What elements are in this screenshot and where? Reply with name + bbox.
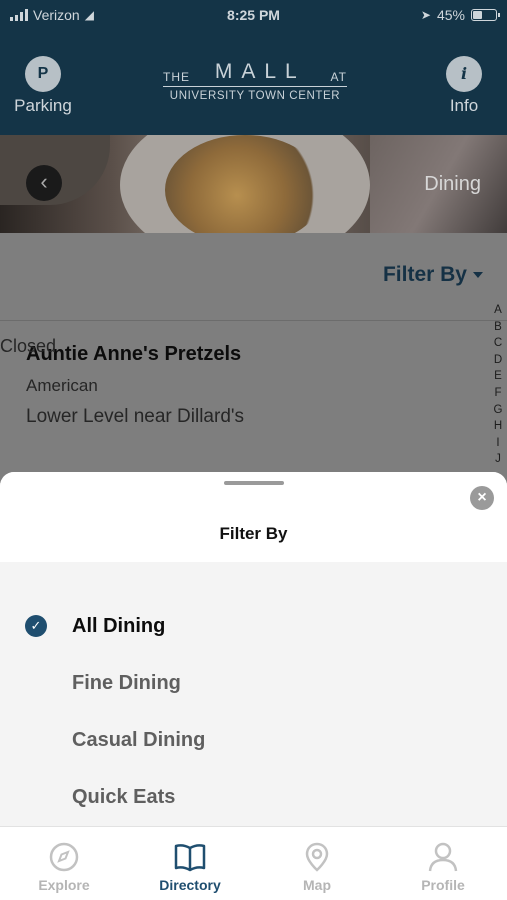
caret-down-icon — [473, 272, 483, 279]
alpha-letter[interactable]: B — [490, 319, 506, 336]
sheet-grabber[interactable] — [224, 481, 284, 485]
info-button[interactable]: i Info — [440, 56, 488, 116]
info-icon: i — [446, 56, 482, 92]
parking-label: Parking — [14, 96, 72, 115]
app-header: Verizon ◢ 8:25 PM ➤ 45% P Parking THE MA… — [0, 0, 507, 135]
tab-directory[interactable]: Directory — [140, 841, 240, 893]
filter-option-casual-dining[interactable]: Casual Dining — [72, 729, 205, 752]
filter-sheet: × Filter By ✓ All Dining Fine Dining Cas… — [0, 472, 507, 826]
tab-profile[interactable]: Profile — [393, 841, 493, 893]
tab-map[interactable]: Map — [267, 841, 367, 893]
store-status: Closed — [0, 336, 57, 356]
logo-the: THE — [163, 70, 190, 84]
sheet-header: × Filter By — [0, 472, 507, 562]
alpha-letter[interactable]: C — [490, 335, 506, 352]
tab-explore[interactable]: Explore — [14, 841, 114, 893]
alpha-letter[interactable]: G — [490, 402, 506, 419]
logo-divider — [163, 86, 347, 87]
filter-option-fine-dining[interactable]: Fine Dining — [72, 672, 181, 695]
status-bar: Verizon ◢ 8:25 PM ➤ 45% — [0, 5, 507, 25]
store-location: Lower Level near Dillard's — [26, 406, 245, 427]
sheet-title: Filter By — [219, 524, 288, 543]
tab-directory-label: Directory — [159, 877, 221, 893]
chevron-left-icon: ‹ — [40, 169, 48, 194]
filter-row: Filter By — [0, 233, 507, 321]
alpha-letter[interactable]: F — [490, 385, 506, 402]
tab-map-label: Map — [303, 877, 331, 893]
location-arrow-icon: ➤ — [420, 8, 431, 22]
logo-mall: MALL — [214, 60, 306, 83]
filter-by-button[interactable]: Filter By — [383, 263, 483, 287]
close-icon: × — [477, 489, 487, 506]
filter-option-quick-eats[interactable]: Quick Eats — [72, 786, 175, 809]
logo-at: AT — [330, 70, 347, 84]
filter-option-all-dining[interactable]: All Dining — [72, 615, 165, 638]
check-icon: ✓ — [25, 615, 47, 637]
tab-profile-label: Profile — [421, 877, 465, 893]
parking-icon: P — [25, 56, 61, 92]
back-button[interactable]: ‹ — [26, 165, 62, 201]
category-title: Dining — [424, 173, 481, 195]
alpha-letter[interactable]: A — [490, 302, 506, 319]
logo-subtitle: UNIVERSITY TOWN CENTER — [169, 90, 341, 102]
alpha-letter[interactable]: D — [490, 352, 506, 369]
store-category: American — [26, 376, 98, 395]
close-button[interactable]: × — [470, 486, 494, 510]
list-item[interactable]: Auntie Anne's Pretzels American Lower Le… — [0, 321, 490, 481]
alpha-letter[interactable]: H — [490, 418, 506, 435]
alpha-letter[interactable]: J — [490, 451, 506, 468]
info-label: Info — [449, 96, 479, 115]
parking-button[interactable]: P Parking — [12, 56, 74, 116]
dining-hero-image: ‹ Dining — [0, 135, 507, 233]
alpha-letter[interactable]: I — [490, 435, 506, 452]
filter-by-label: Filter By — [382, 263, 467, 286]
alpha-letter[interactable]: E — [490, 368, 506, 385]
tab-bar: Explore Directory Map Profile — [0, 826, 507, 900]
map-pin-icon — [305, 842, 329, 872]
battery-percent: 45% — [436, 7, 465, 23]
person-icon — [428, 842, 458, 872]
compass-icon — [49, 842, 79, 872]
alphabet-index[interactable]: A B C D E F G H I J — [490, 302, 506, 468]
battery-icon — [471, 9, 500, 21]
book-icon — [174, 844, 206, 872]
mall-logo: THE MALL AT UNIVERSITY TOWN CENTER — [163, 60, 347, 102]
battery-fill — [473, 11, 482, 19]
tab-explore-label: Explore — [38, 877, 90, 893]
